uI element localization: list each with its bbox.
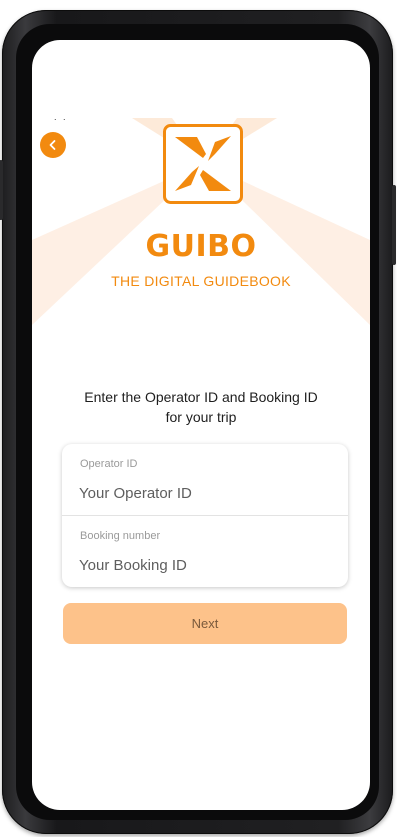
booking-id-input[interactable] [79,554,329,576]
operator-id-label: Operator ID [80,458,138,470]
header-light-beams [32,118,370,325]
operator-id-field[interactable]: Operator ID [62,444,348,515]
instruction-line-2: for your trip [165,409,237,425]
back-button[interactable] [40,132,66,158]
guibo-x-logo-icon [163,124,243,204]
instruction-line-1: Enter the Operator ID and Booking ID [84,389,318,405]
app-screen: . . GUIBO THE DIGITAL GUIDEBOOK Enter th… [32,40,370,810]
operator-id-input[interactable] [79,482,329,504]
next-button[interactable]: Next [63,603,347,644]
instruction-text: Enter the Operator ID and Booking ID for… [70,387,332,427]
brand-tagline: THE DIGITAL GUIDEBOOK [111,273,291,289]
side-button-left [0,160,3,220]
chevron-left-icon [49,140,56,150]
booking-number-field[interactable]: Booking number [62,516,348,587]
booking-number-label: Booking number [80,530,161,542]
id-form-card: Operator ID Booking number [62,444,348,587]
side-button-right [392,185,396,265]
brand-name: GUIBO [145,229,257,264]
status-bar-text: . . [54,112,68,122]
